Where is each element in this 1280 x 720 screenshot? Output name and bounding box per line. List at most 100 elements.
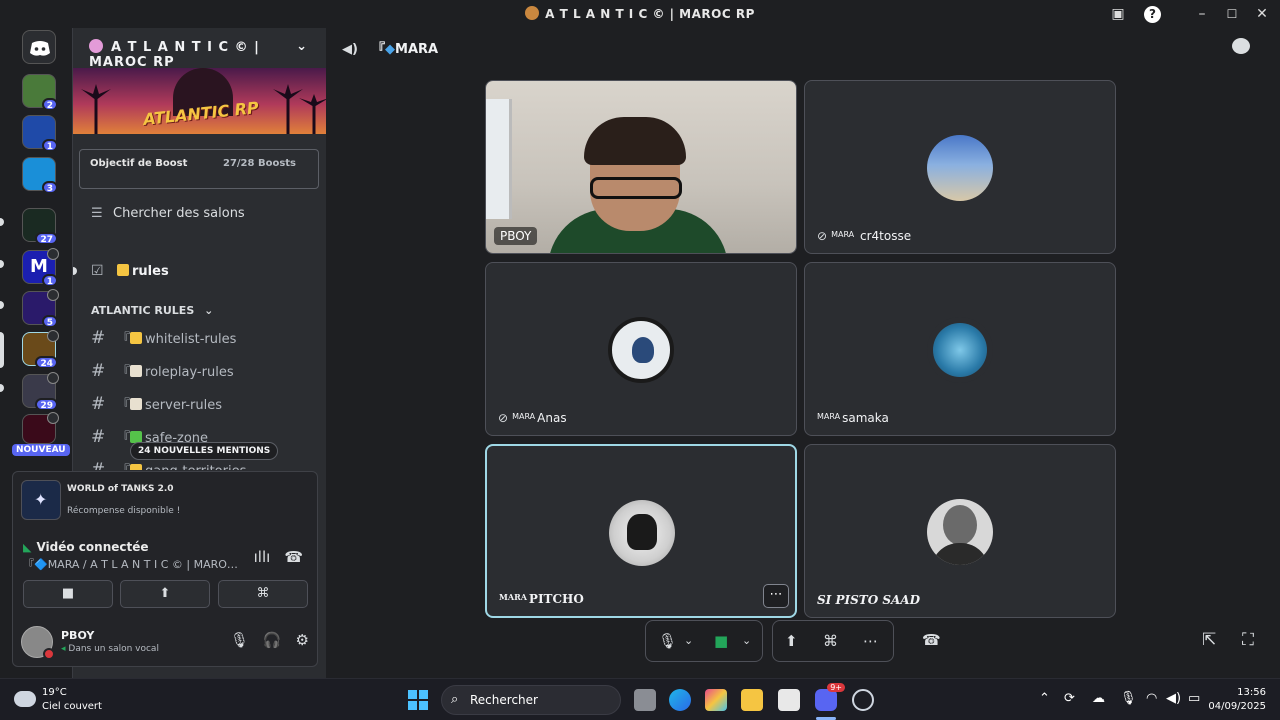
camera-icon[interactable]: ■ xyxy=(714,632,728,650)
server-badge: 27 xyxy=(35,232,58,245)
server-atlantic[interactable]: 24 xyxy=(22,330,59,369)
popout-icon[interactable]: ⇱ xyxy=(1202,630,1216,650)
participant-name: Anas xyxy=(537,411,567,425)
category-label: ATLANTIC RULES xyxy=(91,304,195,317)
server-badge: 29 xyxy=(35,398,58,411)
task-view-icon[interactable] xyxy=(634,689,656,711)
channel-gang-territories[interactable]: # 『 gang-territories xyxy=(91,460,246,470)
channel-name: MARA xyxy=(395,42,439,57)
promo-image xyxy=(21,480,61,520)
voice-icons: ıllı ☎ xyxy=(240,548,303,566)
channel-label: roleplay-rules xyxy=(145,365,234,380)
chevron-up-icon[interactable]: ⌃ xyxy=(1039,691,1050,706)
participant-tile-cr4tosse[interactable]: ⊘ MARA cr4tosse xyxy=(804,80,1116,254)
microphone-icon[interactable]: 🎙 xyxy=(1120,691,1137,706)
sync-icon[interactable]: ⟳ xyxy=(1064,691,1075,706)
status-dot xyxy=(43,648,55,660)
file-explorer-icon[interactable] xyxy=(741,689,763,711)
muted-icon: ⊘ xyxy=(498,411,509,425)
server-blue[interactable]: 1 xyxy=(22,115,58,152)
server-red[interactable] xyxy=(22,412,59,444)
boost-goal[interactable]: Objectif de Boost 27/28 Boosts xyxy=(79,149,319,189)
microphone-icon[interactable]: 🎙 xyxy=(658,632,677,650)
server-turtle[interactable]: 2 xyxy=(22,74,58,111)
chevron-down-icon[interactable]: ⌄ xyxy=(742,634,751,647)
screen-share-button[interactable]: ⬆ xyxy=(120,580,210,608)
screen-share-icon[interactable]: ⬆ xyxy=(785,632,798,650)
help-icon[interactable]: ? xyxy=(1144,6,1161,23)
store-icon[interactable] xyxy=(778,689,800,711)
activity-button[interactable]: ⌘ xyxy=(218,580,308,608)
user-name: PBOY xyxy=(61,629,95,642)
soundboard-icon[interactable]: ıllı xyxy=(254,548,271,566)
share-activity-group: ⬆ ⌘ ⋯ xyxy=(772,620,894,662)
hooded-figure xyxy=(627,514,657,550)
voice-user-panel: WORLD of TANKS 2.0 Récompense disponible… xyxy=(12,471,318,667)
voice-icon xyxy=(47,372,59,384)
palm-tree xyxy=(81,84,111,134)
microphone-icon[interactable]: 🎙 xyxy=(230,631,249,649)
activity-icon[interactable]: ⌘ xyxy=(823,632,838,650)
channel-server-rules[interactable]: # 『 server-rules xyxy=(91,394,222,414)
avatar xyxy=(927,499,993,565)
fullscreen-icon[interactable]: ⛶ xyxy=(1242,630,1254,650)
palm-tree xyxy=(299,94,327,134)
windows-start-icon[interactable] xyxy=(408,690,428,710)
voice-icon xyxy=(47,248,59,260)
discord-badge: 9+ xyxy=(827,683,845,692)
voice-channel-link[interactable]: 『🔷MARA / A T L A N T I C © | MAROC ... xyxy=(23,556,243,572)
server-grey[interactable]: 29 xyxy=(22,372,59,411)
new-mentions-pill[interactable]: 24 NOUVELLES MENTIONS xyxy=(130,442,279,460)
volume-icon[interactable]: ◀) xyxy=(1166,691,1181,706)
server-purple[interactable]: 5 xyxy=(22,289,59,328)
more-icon[interactable]: ⋯ xyxy=(863,632,878,650)
category-atlantic-rules[interactable]: ATLANTIC RULES ⌄ xyxy=(91,304,213,317)
server-dark[interactable]: 27 xyxy=(22,208,58,245)
voice-icon xyxy=(47,330,59,342)
participant-name: SI PISTO SAAD xyxy=(817,593,921,607)
close-button[interactable]: ✕ xyxy=(1252,4,1272,24)
app-icon[interactable] xyxy=(852,689,874,711)
channel-whitelist-rules[interactable]: # 『 whitelist-rules xyxy=(91,328,236,348)
discord-taskbar-icon[interactable]: 9+ xyxy=(815,683,845,711)
channel-prefix: 『 xyxy=(117,431,131,446)
chat-bubble-icon[interactable] xyxy=(1232,38,1250,54)
battery-icon[interactable]: ▭ xyxy=(1188,691,1200,706)
hang-up-icon[interactable]: ☎ xyxy=(284,548,303,566)
maximize-button[interactable]: ☐ xyxy=(1222,4,1242,24)
channel-prefix: 『 xyxy=(117,464,130,470)
clock[interactable]: 13:56 04/09/2025 xyxy=(1208,686,1266,714)
participant-tile-si-pisto-saad[interactable]: SI PISTO SAAD xyxy=(804,444,1116,618)
taskbar-search[interactable]: ⌕ Rechercher xyxy=(441,685,621,715)
inbox-icon[interactable]: ▣ xyxy=(1108,4,1128,24)
promo-card[interactable]: WORLD of TANKS 2.0 Récompense disponible… xyxy=(21,480,311,524)
emblem xyxy=(632,337,654,363)
home-discord-icon[interactable] xyxy=(22,30,56,64)
hang-up-icon[interactable]: ☎ xyxy=(922,631,941,649)
copilot-icon[interactable] xyxy=(705,689,727,711)
minimize-button[interactable]: – xyxy=(1192,4,1212,24)
channel-prefix: 『 xyxy=(117,365,131,380)
more-options-button[interactable]: ⋯ xyxy=(763,584,789,608)
chevron-down-icon[interactable]: ⌄ xyxy=(684,634,693,647)
temperature: 19°C xyxy=(42,687,67,698)
participant-tile-pitcho[interactable]: MARA PITCHO ⋯ xyxy=(485,444,797,618)
gear-icon[interactable]: ⚙ xyxy=(296,631,309,649)
edge-icon[interactable] xyxy=(669,689,691,711)
headphones-icon[interactable]: 🎧 xyxy=(263,631,282,649)
camera-button[interactable]: ■ xyxy=(23,580,113,608)
participant-tile-samaka[interactable]: MARA samaka xyxy=(804,262,1116,436)
avatar[interactable] xyxy=(21,626,55,660)
server-m[interactable]: M1 xyxy=(22,248,59,287)
search-channels[interactable]: ☰ Chercher des salons xyxy=(91,206,245,221)
channel-rules[interactable]: ☑ rules xyxy=(91,263,169,279)
memo-emoji xyxy=(130,365,143,377)
server-cube[interactable]: 3 xyxy=(22,157,58,194)
participant-tile-anas[interactable]: ⊘ MARA Anas xyxy=(485,262,797,436)
channel-roleplay-rules[interactable]: # 『 roleplay-rules xyxy=(91,361,234,381)
participant-tile-pboy[interactable]: PBOY xyxy=(485,80,797,254)
avatar xyxy=(927,317,993,383)
cloud-off-icon[interactable]: ☁ xyxy=(1092,691,1105,706)
wifi-icon[interactable]: ◠ xyxy=(1146,691,1157,706)
guild-header[interactable]: A T L A N T I C © | MAROC RP ⌄ xyxy=(73,28,326,70)
